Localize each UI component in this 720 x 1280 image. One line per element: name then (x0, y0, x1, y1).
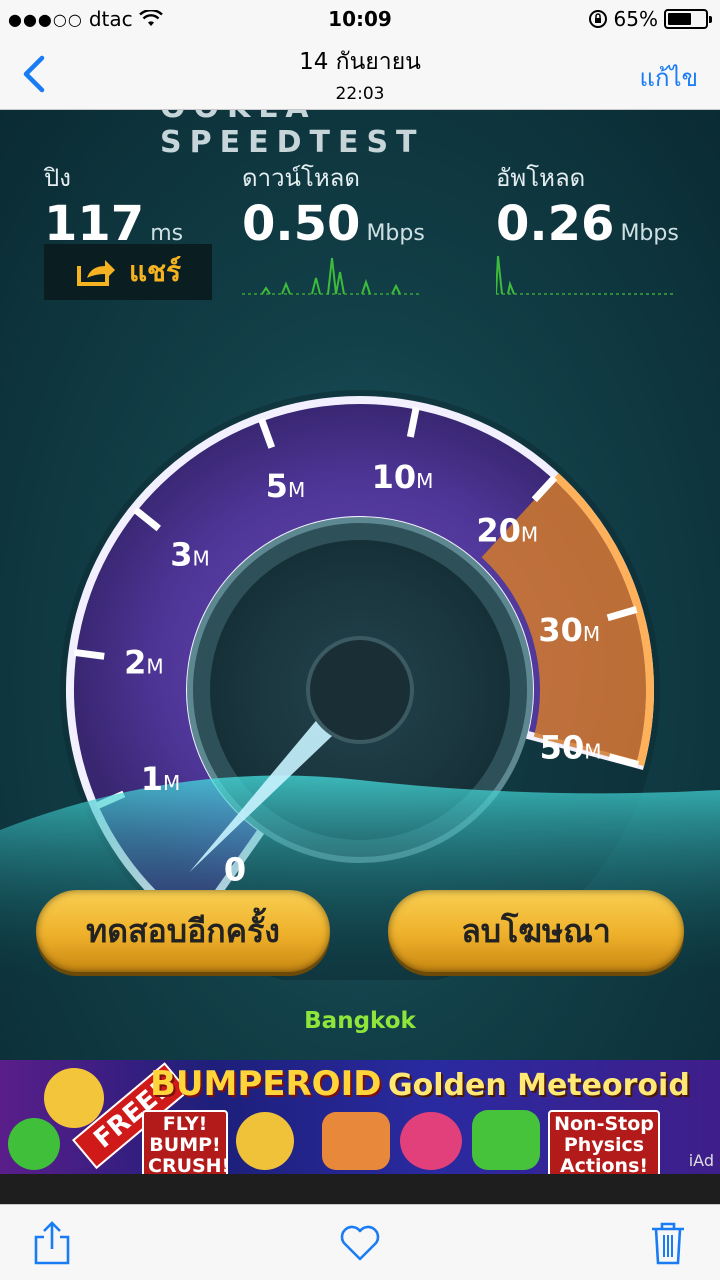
gauge-tick-number: 5 (266, 467, 288, 505)
gauge-tick-number: 1 (141, 760, 163, 798)
ad-character-green-2 (472, 1110, 540, 1170)
upload-unit: Mbps (620, 221, 679, 246)
upload-value: 0.26 (496, 196, 615, 252)
heart-icon[interactable] (336, 1219, 384, 1267)
download-sparkline (242, 257, 422, 295)
gauge-tick-unit: M (584, 739, 601, 763)
bottom-toolbar (0, 1204, 720, 1280)
share-arrow-icon (76, 260, 115, 286)
server-city: Bangkok (304, 1008, 416, 1034)
ad-character-gold (236, 1112, 294, 1170)
gauge-tick-number: 3 (170, 536, 192, 574)
speed-gauge: 01M2M3M5M 10M20M30M50M (0, 390, 720, 980)
speedtest-screenshot: OOKLA SPEEDTEST ปิง 117ms ดาวน์โหลด 0.50… (0, 110, 720, 1060)
navigation-bar: 14 กันยายน 22:03 แก้ไข (0, 38, 720, 110)
battery-percent: 65% (613, 7, 658, 31)
gauge-tick-unit: M (583, 622, 600, 646)
ad-character-pink (400, 1112, 462, 1170)
gauge-tick-unit: M (416, 469, 433, 493)
ad-tagline-1: FLY! BUMP! CRUSH! (142, 1110, 230, 1174)
gauge-tick-number: 10 (372, 458, 417, 496)
gauge-tick-number: 20 (476, 511, 521, 549)
share-icon[interactable] (28, 1219, 76, 1267)
status-right: 65% (588, 7, 712, 31)
gauge-tick-number: 0 (224, 851, 246, 889)
brand-logo: OOKLA SPEEDTEST (160, 110, 425, 160)
upload-metric: อัพโหลด 0.26 Mbps (496, 158, 679, 261)
download-label: ดาวน์โหลด (242, 164, 360, 192)
iad-label: iAd (688, 1151, 714, 1170)
ad-subtitle: Golden Meteoroid (388, 1068, 690, 1103)
screen: ●●●○○ dtac 10:09 65% 14 กันยายน 22:03 แก… (0, 0, 720, 1280)
ping-unit: ms (150, 221, 184, 246)
upload-label: อัพโหลด (496, 164, 586, 192)
share-label: แชร์ (128, 255, 182, 288)
gauge-tick-unit: M (192, 547, 209, 571)
ad-character-green (8, 1118, 60, 1170)
gauge-tick-label: 0 (224, 851, 246, 889)
gauge-tick-number: 30 (538, 611, 583, 649)
gauge-tick-unit: M (288, 478, 305, 502)
gauge-tick-unit: M (521, 522, 538, 546)
status-bar: ●●●○○ dtac 10:09 65% (0, 0, 720, 38)
retest-button[interactable]: ทดสอบอีกครั้ง (36, 890, 330, 972)
ad-character-orange (322, 1112, 390, 1170)
gauge-tick-unit: M (146, 655, 163, 679)
remove-ads-button[interactable]: ลบโฆษณา (388, 890, 684, 972)
trash-icon[interactable] (644, 1219, 692, 1267)
upload-sparkline (496, 255, 676, 295)
download-unit: Mbps (366, 221, 425, 246)
ad-banner[interactable]: FREE! BUMPEROID Golden Meteoroid FLY! BU… (0, 1060, 720, 1174)
gauge-tick-number: 50 (540, 728, 585, 766)
orientation-lock-icon (588, 10, 607, 28)
gauge-tick-unit: M (163, 771, 180, 795)
battery-fill (668, 13, 692, 25)
ad-tagline-2: Non-Stop Physics Actions! (548, 1110, 660, 1174)
battery-icon (664, 9, 712, 29)
edit-button[interactable]: แก้ไข (640, 58, 698, 97)
share-button[interactable]: แชร์ (44, 244, 212, 300)
nav-title: 14 กันยายน (299, 49, 421, 75)
ad-title: BUMPEROID (150, 1064, 382, 1104)
gauge-hub (306, 636, 414, 744)
ping-label: ปิง (44, 164, 71, 192)
nav-subtitle: 22:03 (335, 84, 385, 104)
download-metric: ดาวน์โหลด 0.50 Mbps (242, 158, 425, 261)
hidden-tab-bar (0, 1174, 720, 1204)
gauge-tick-number: 2 (124, 644, 146, 682)
gauge-tick (74, 648, 105, 660)
download-value: 0.50 (242, 196, 361, 252)
